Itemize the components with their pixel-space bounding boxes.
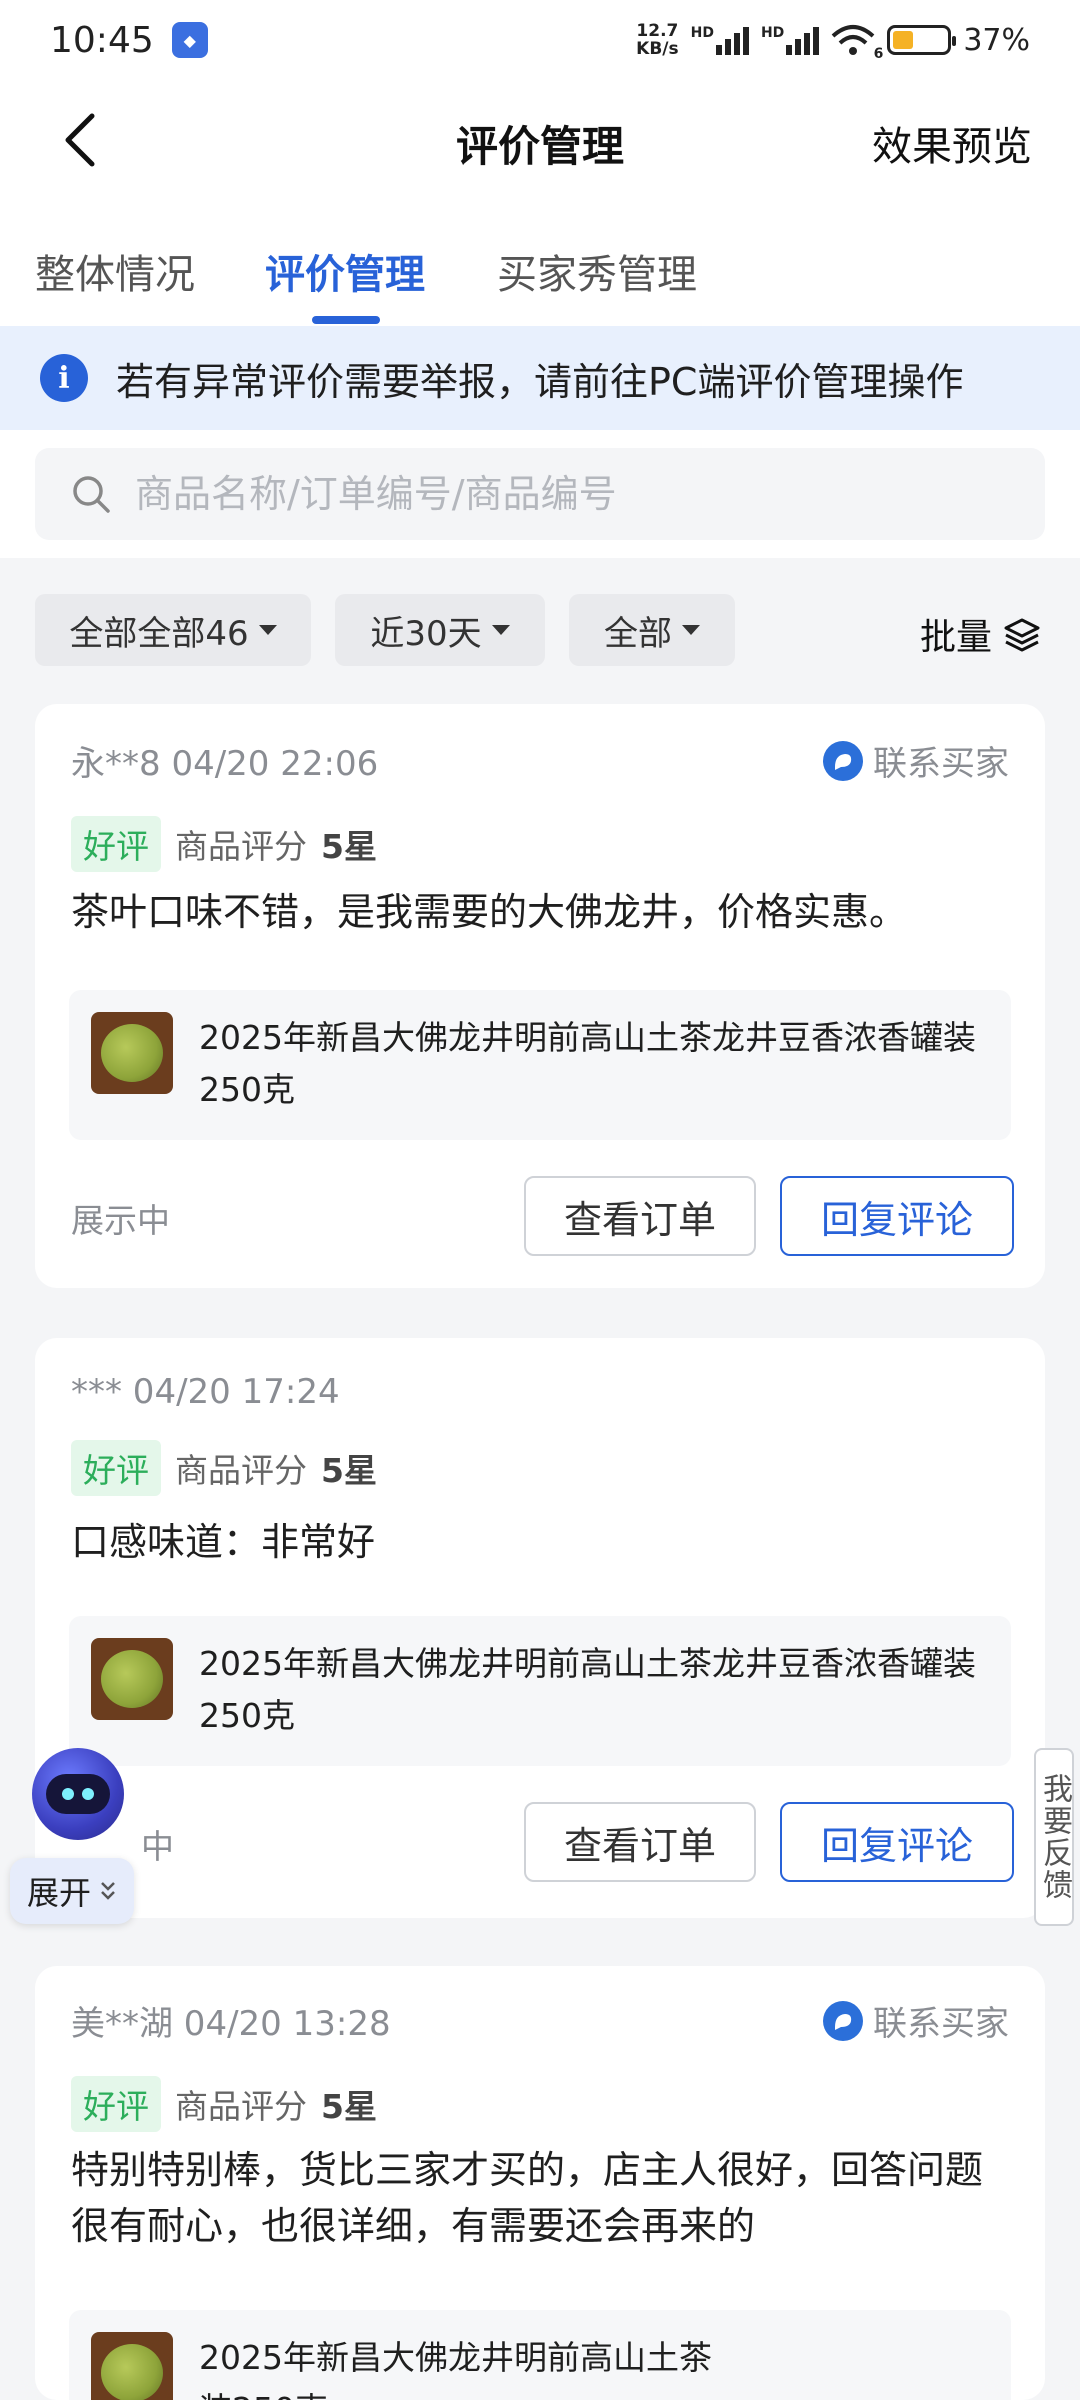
nav-bar: 评价管理 效果预览: [0, 80, 1080, 206]
reply-review-button[interactable]: 回复评论: [780, 1802, 1014, 1882]
feedback-button[interactable]: 我要反馈: [1034, 1748, 1074, 1926]
search-input[interactable]: [135, 472, 935, 516]
chat-icon: [823, 740, 863, 781]
review-card: *** 04/20 17:24 好评 商品评分 5星 口感味道：非常好 2025…: [35, 1338, 1045, 1918]
caret-down-icon: [491, 625, 510, 635]
product-image: [91, 1012, 173, 1094]
wifi-icon: 6: [831, 24, 883, 62]
review-card: 美**湖 04/20 13:28 联系买家 好评 商品评分 5星 特别特别棒，货…: [35, 1966, 1045, 2400]
active-tab-indicator: [312, 316, 380, 324]
tab-overview[interactable]: 整体情况: [35, 242, 195, 300]
tab-review-management[interactable]: 评价管理: [265, 242, 425, 300]
view-order-button[interactable]: 查看订单: [524, 1802, 756, 1882]
rating-badge: 好评: [71, 1440, 161, 1496]
status-bar: 10:45 ◆ 12.7 KB/s HD HD 6 37%: [0, 0, 1080, 80]
rating-value: 5星: [321, 1451, 377, 1490]
reviewer-info: 美**湖 04/20 13:28: [71, 2004, 391, 2044]
batch-button[interactable]: 批量: [920, 608, 1042, 660]
battery-icon: [887, 25, 957, 55]
product-info[interactable]: 2025年新昌大佛龙井明前高山土茶龙井豆香浓香罐装250克: [69, 1616, 1011, 1766]
search-box[interactable]: [35, 448, 1045, 540]
display-status: 展示中: [71, 1201, 170, 1240]
search-icon: [73, 476, 110, 513]
rating-value: 5星: [321, 2087, 377, 2126]
review-text: 特别特别棒，货比三家才买的，店主人很好，回答问题很有耐心，也很详细，有需要还会再…: [71, 2148, 984, 2248]
tab-buyer-show[interactable]: 买家秀管理: [497, 242, 697, 300]
rating-badge: 好评: [71, 2076, 161, 2132]
caret-down-icon: [258, 625, 277, 635]
caret-down-icon: [682, 625, 700, 635]
reviewer-info: 永**8 04/20 22:06: [71, 744, 379, 784]
preview-button[interactable]: 效果预览: [872, 114, 1032, 172]
contact-buyer-button[interactable]: 联系买家: [823, 1996, 1009, 2045]
search-section: [0, 430, 1080, 558]
layers-icon: [1004, 618, 1040, 652]
reply-review-button[interactable]: 回复评论: [780, 1176, 1014, 1256]
filter-status[interactable]: 全部: [569, 594, 735, 666]
product-name: 2025年新昌大佛龙井明前高山土茶龙井豆香浓香罐装250克: [199, 1644, 976, 1735]
expand-button[interactable]: 展开: [10, 1858, 134, 1924]
filter-rating-type[interactable]: 全部全部46: [35, 594, 311, 666]
product-info[interactable]: 2025年新昌大佛龙井明前高山土茶龙井豆香浓香罐装250克: [69, 990, 1011, 1140]
battery-percent: 37%: [963, 22, 1030, 58]
gesture-bar: [0, 2340, 1080, 2400]
status-time: 10:45: [50, 19, 154, 61]
review-text: 茶叶口味不错，是我需要的大佛龙井，价格实惠。: [71, 890, 908, 934]
status-indicators: 12.7 KB/s HD HD 6 37%: [636, 21, 1030, 62]
notice-banner: i 若有异常评价需要举报，请前往PC端评价管理操作: [0, 326, 1080, 430]
assistant-widget[interactable]: 展开: [10, 1748, 144, 1928]
product-image: [91, 1638, 173, 1720]
rating-row: 好评 商品评分 5星: [71, 1440, 377, 1496]
filter-bar: 全部全部46 近30天 全部 批量: [0, 588, 1080, 668]
app-notification-icon: ◆: [171, 22, 208, 58]
rating-row: 好评 商品评分 5星: [71, 816, 377, 872]
rating-badge: 好评: [71, 816, 161, 872]
notice-text: 若有异常评价需要举报，请前往PC端评价管理操作: [116, 359, 964, 404]
view-order-button[interactable]: 查看订单: [524, 1176, 756, 1256]
feedback-label: 我要反馈: [1037, 1773, 1072, 1901]
rating-value: 5星: [321, 827, 377, 866]
contact-buyer-button[interactable]: 联系买家: [823, 736, 1009, 785]
info-icon: i: [40, 354, 88, 402]
display-status: 中: [141, 1827, 174, 1866]
product-name: 2025年新昌大佛龙井明前高山土茶龙井豆香浓香罐装250克: [199, 1018, 976, 1109]
chat-icon: [823, 2000, 863, 2041]
signal-icon: HD: [691, 25, 749, 55]
reviewer-info: *** 04/20 17:24: [71, 1372, 340, 1412]
chevron-double-down-icon: [101, 1882, 115, 1900]
network-speed: 12.7 KB/s: [636, 21, 679, 59]
review-text: 口感味道：非常好: [71, 1520, 376, 1564]
review-card: 永**8 04/20 22:06 联系买家 好评 商品评分 5星 茶叶口味不错，…: [35, 704, 1045, 1288]
filter-date-range[interactable]: 近30天: [335, 594, 545, 666]
signal-icon-2: HD: [761, 25, 820, 55]
rating-row: 好评 商品评分 5星: [71, 2076, 377, 2132]
tab-bar: 整体情况 评价管理 买家秀管理: [0, 206, 1080, 326]
